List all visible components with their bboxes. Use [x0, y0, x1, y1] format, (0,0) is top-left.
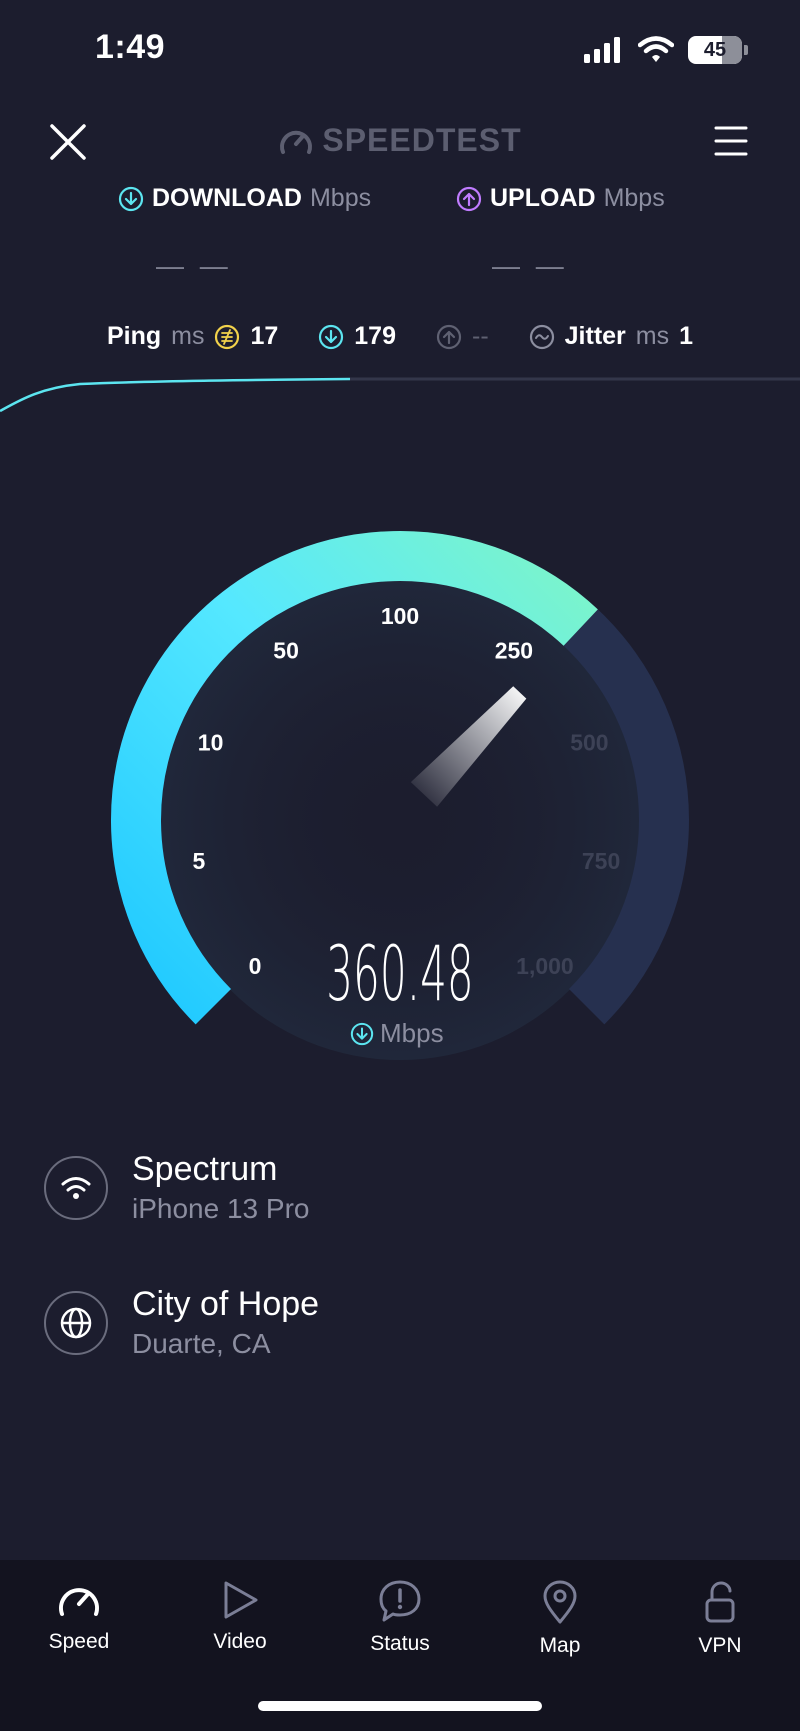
hamburger-menu-icon [714, 126, 748, 156]
gauge-scale-label: 100 [381, 603, 419, 629]
ping-download-value: 179 [354, 322, 396, 350]
status-icons: 45 [584, 36, 748, 64]
upload-arrow-icon [456, 186, 482, 211]
nav-status-label: Status [370, 1632, 430, 1655]
download-label: DOWNLOAD [152, 184, 302, 212]
jitter-unit: ms [635, 322, 670, 350]
app-logo: SPEEDTEST [0, 122, 800, 159]
download-unit: Mbps [309, 184, 372, 212]
download-ping-icon [319, 324, 344, 349]
speedometer-logo-icon [280, 130, 313, 154]
server-name: City of Hope [132, 1285, 320, 1323]
cellular-signal-icon [584, 37, 620, 63]
jitter-value: 1 [679, 322, 694, 350]
nav-map-label: Map [539, 1634, 581, 1657]
download-header: DOWNLOAD Mbps [118, 184, 371, 213]
upload-value: — — [492, 250, 568, 281]
upload-label: UPLOAD [490, 184, 596, 212]
nav-vpn-label: VPN [698, 1634, 742, 1657]
gauge-scale-label: 50 [273, 638, 299, 664]
gauge-scale-label: 750 [582, 848, 620, 874]
gauge-scale-label: 1,000 [516, 953, 574, 979]
nav-speed[interactable]: Speed [19, 1580, 139, 1654]
provider-row[interactable]: Spectrum iPhone 13 Pro [44, 1150, 309, 1225]
menu-button[interactable] [714, 124, 748, 158]
upload-header: UPLOAD Mbps [456, 184, 665, 213]
ping-label: Ping [106, 322, 162, 350]
ping-upload-value: -- [472, 322, 489, 350]
battery-indicator: 45 [688, 36, 742, 64]
provider-device: iPhone 13 Pro [132, 1193, 310, 1224]
nav-vpn[interactable]: VPN [660, 1580, 780, 1658]
provider-wifi-icon [44, 1155, 108, 1220]
download-value: — — [156, 250, 232, 281]
nav-status[interactable]: Status [340, 1580, 460, 1656]
app-name: SPEEDTEST [322, 122, 522, 158]
upload-ping-icon [436, 324, 462, 349]
battery-level: 45 [703, 38, 727, 61]
speed-unit-row: Mbps [350, 1018, 444, 1049]
jitter-label: Jitter [564, 322, 626, 350]
gauge-scale-label: 0 [249, 953, 262, 979]
alert-icon [379, 1580, 421, 1622]
nav-video[interactable]: Video [180, 1580, 300, 1654]
nav-video-label: Video [213, 1630, 267, 1653]
speed-reading: 360.48 [326, 929, 474, 1018]
ping-unit: ms [171, 322, 205, 350]
play-icon [224, 1581, 258, 1619]
speed-unit: Mbps [380, 1018, 444, 1048]
speedometer-icon [59, 1588, 99, 1616]
server-row[interactable]: City of Hope Duarte, CA [44, 1285, 319, 1360]
status-time: 1:49 [95, 28, 166, 66]
provider-name: Spectrum [132, 1150, 278, 1188]
jitter-icon [529, 324, 554, 349]
gauge-scale-label: 500 [570, 730, 608, 756]
wifi-icon [638, 36, 674, 62]
nav-map[interactable]: Map [500, 1580, 620, 1658]
gauge-scale-label: 5 [193, 848, 206, 874]
home-indicator [258, 1701, 542, 1711]
server-location: Duarte, CA [132, 1328, 271, 1359]
idle-ping-icon [215, 324, 240, 349]
speed-gauge: 0 5 10 50 100 250 500 750 1,000 360.48 [110, 530, 689, 1060]
globe-icon [44, 1290, 108, 1355]
upload-unit: Mbps [603, 184, 665, 212]
map-pin-icon [543, 1580, 577, 1624]
ping-jitter-row: Ping ms 17 179 -- Jitter ms 1 [0, 322, 800, 351]
download-unit-icon [350, 1022, 374, 1045]
gauge-scale-label: 250 [495, 638, 533, 664]
gauge-scale-label: 10 [198, 730, 224, 756]
ping-idle-value: 17 [250, 322, 279, 350]
unlock-icon [705, 1581, 735, 1623]
download-arrow-icon [118, 186, 144, 211]
nav-speed-label: Speed [48, 1630, 110, 1653]
